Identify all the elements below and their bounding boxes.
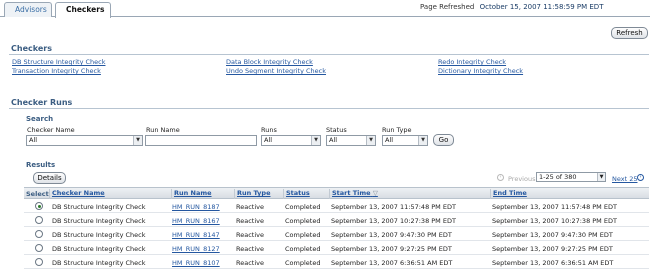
page-refreshed: Page Refreshed October 15, 2007 11:58:59… [420, 3, 603, 11]
cell-checker-name: DB Structure Integrity Check [52, 231, 146, 239]
row-select-radio[interactable] [35, 244, 43, 252]
column-header-start-time[interactable]: Start Time ▽ [329, 189, 378, 199]
column-header-select: Select [26, 190, 49, 198]
run-type-value: All [385, 136, 394, 144]
row-select-radio[interactable] [35, 258, 43, 266]
cell-end-time: September 13, 2007 6:36:51 AM EDT [492, 259, 614, 267]
run-name-label: Run Name [146, 126, 180, 134]
status-label: Status [326, 126, 347, 134]
next-arrow-icon[interactable]: › [637, 174, 644, 181]
divider [9, 54, 649, 55]
cell-run-type: Reactive [236, 245, 264, 253]
checker-name-value: All [29, 136, 38, 144]
cell-run-type: Reactive [236, 259, 264, 267]
cell-status: Completed [285, 259, 321, 267]
run-type-label: Run Type [382, 126, 412, 134]
table-header: Select Checker Name Run Name Run Type St… [24, 187, 649, 199]
run-name-input[interactable] [145, 135, 257, 146]
cell-end-time: September 13, 2007 10:27:38 PM EDT [492, 217, 617, 225]
table-row: DB Structure Integrity Check HM_RUN_8107… [24, 256, 649, 269]
status-select[interactable]: All ▼ [326, 135, 376, 146]
table-row: DB Structure Integrity Check HM_RUN_8167… [24, 214, 649, 227]
table-row: DB Structure Integrity Check HM_RUN_8187… [24, 200, 649, 213]
cell-status: Completed [285, 245, 321, 253]
page-refreshed-label: Page Refreshed [420, 3, 475, 11]
go-button[interactable]: Go [433, 134, 454, 146]
runs-label: Runs [261, 126, 277, 134]
cell-run-type: Reactive [236, 217, 264, 225]
cell-end-time: September 13, 2007 9:47:30 PM EDT [492, 231, 613, 239]
details-button[interactable]: Details [33, 172, 66, 184]
cell-run-name[interactable]: HM_RUN_8187 [172, 203, 220, 211]
runs-select[interactable]: All ▼ [261, 135, 321, 146]
checker-link-transaction[interactable]: Transaction Integrity Check [12, 67, 101, 75]
row-select-radio[interactable] [35, 202, 43, 210]
cell-start-time: September 13, 2007 11:57:48 PM EDT [331, 203, 456, 211]
divider [9, 108, 649, 109]
row-select-radio[interactable] [35, 230, 43, 238]
row-select-radio[interactable] [35, 216, 43, 224]
cell-run-name[interactable]: HM_RUN_8167 [172, 217, 220, 225]
cell-start-time: September 13, 2007 6:36:51 AM EDT [331, 259, 453, 267]
column-header-end-time[interactable]: End Time [490, 189, 527, 199]
cell-run-name[interactable]: HM_RUN_8107 [172, 259, 220, 267]
cell-checker-name: DB Structure Integrity Check [52, 203, 146, 211]
pager-next[interactable]: Next 25 [612, 175, 637, 183]
checkers-section-title: Checkers [11, 44, 52, 53]
refresh-button[interactable]: Refresh [611, 27, 648, 39]
table-row: DB Structure Integrity Check HM_RUN_8127… [24, 242, 649, 255]
chevron-down-icon: ▼ [366, 136, 375, 145]
cell-checker-name: DB Structure Integrity Check [52, 259, 146, 267]
checker-link-redo[interactable]: Redo Integrity Check [438, 58, 506, 66]
pager-previous: Previous [508, 175, 536, 183]
column-header-run-name[interactable]: Run Name [171, 189, 212, 199]
cell-status: Completed [285, 217, 321, 225]
chevron-down-icon: ▼ [418, 136, 427, 145]
cell-checker-name: DB Structure Integrity Check [52, 217, 146, 225]
checker-name-select[interactable]: All ▼ [26, 135, 143, 146]
checker-runs-section-title: Checker Runs [11, 98, 73, 107]
status-value: All [329, 136, 338, 144]
page-refreshed-value: October 15, 2007 11:58:59 PM EDT [479, 3, 604, 11]
column-header-run-type[interactable]: Run Type [234, 189, 270, 199]
chevron-down-icon: ▼ [597, 173, 605, 181]
pager-range-value: 1-25 of 380 [539, 173, 577, 181]
table-row: DB Structure Integrity Check HM_RUN_8147… [24, 228, 649, 241]
pager-range-select[interactable]: 1-25 of 380 ▼ [536, 172, 606, 182]
results-title: Results [26, 161, 56, 169]
checker-link-db-structure[interactable]: DB Structure Integrity Check [12, 58, 105, 66]
checker-link-data-block[interactable]: Data Block Integrity Check [226, 58, 313, 66]
cell-run-type: Reactive [236, 203, 264, 211]
cell-run-type: Reactive [236, 231, 264, 239]
cell-start-time: September 13, 2007 9:27:25 PM EDT [331, 245, 452, 253]
run-type-select[interactable]: All ▼ [382, 135, 428, 146]
cell-start-time: September 13, 2007 9:47:30 PM EDT [331, 231, 452, 239]
checker-link-undo-segment[interactable]: Undo Segment Integrity Check [226, 67, 326, 75]
column-header-checker-name[interactable]: Checker Name [49, 189, 105, 199]
tab-checkers[interactable]: Checkers [55, 2, 111, 18]
checker-link-dictionary[interactable]: Dictionary Integrity Check [438, 67, 523, 75]
cell-end-time: September 13, 2007 11:57:48 PM EDT [492, 203, 617, 211]
checker-name-label: Checker Name [27, 126, 75, 134]
tab-advisors[interactable]: Advisors [4, 2, 52, 17]
sort-descending-icon: ▽ [372, 189, 378, 197]
runs-value: All [264, 136, 273, 144]
chevron-down-icon: ▼ [311, 136, 320, 145]
cell-status: Completed [285, 203, 321, 211]
column-header-status[interactable]: Status [283, 189, 310, 199]
previous-arrow-icon: ‹ [497, 174, 504, 181]
cell-end-time: September 13, 2007 9:27:25 PM EDT [492, 245, 613, 253]
cell-run-name[interactable]: HM_RUN_8127 [172, 245, 220, 253]
chevron-down-icon: ▼ [133, 136, 142, 145]
cell-run-name[interactable]: HM_RUN_8147 [172, 231, 220, 239]
cell-checker-name: DB Structure Integrity Check [52, 245, 146, 253]
column-header-start-time-label: Start Time [332, 189, 371, 197]
search-title: Search [26, 115, 54, 123]
cell-start-time: September 13, 2007 10:27:38 PM EDT [331, 217, 456, 225]
cell-status: Completed [285, 231, 321, 239]
